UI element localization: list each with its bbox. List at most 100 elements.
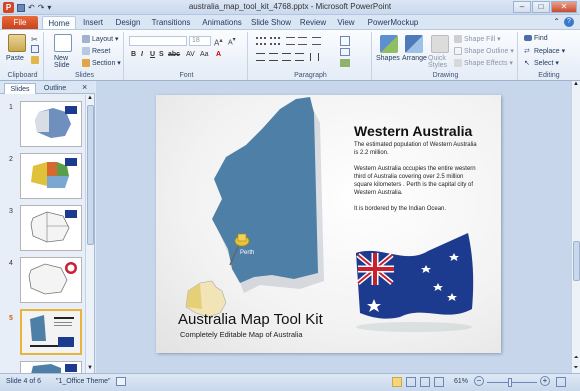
shapes-button[interactable]: Shapes bbox=[376, 55, 400, 62]
replace-button[interactable]: ⇄ Replace ▾ bbox=[524, 47, 565, 55]
zoom-slider[interactable] bbox=[487, 382, 537, 383]
bullets-icon[interactable] bbox=[256, 37, 266, 45]
find-button[interactable]: Find bbox=[524, 35, 548, 42]
justify-icon[interactable] bbox=[295, 53, 304, 61]
tab-review[interactable]: Review bbox=[298, 16, 328, 29]
reset-button[interactable]: Reset bbox=[82, 47, 110, 55]
panel-close-icon[interactable]: × bbox=[82, 82, 87, 92]
tab-animations[interactable]: Animations bbox=[198, 16, 246, 29]
tab-home[interactable]: Home bbox=[42, 16, 76, 29]
align-left-icon[interactable] bbox=[256, 53, 265, 61]
paste-icon[interactable] bbox=[8, 34, 26, 52]
slide-thumbnail-2[interactable] bbox=[20, 153, 82, 199]
close-button[interactable]: ✕ bbox=[551, 1, 577, 13]
line-spacing-icon[interactable] bbox=[312, 37, 321, 45]
slide-show-icon[interactable] bbox=[434, 377, 444, 387]
columns-icon[interactable] bbox=[310, 53, 319, 61]
fit-slide-icon[interactable] bbox=[556, 377, 566, 387]
select-button[interactable]: ↖ Select ▾ bbox=[524, 59, 559, 67]
slide-thumbnail-4[interactable] bbox=[20, 257, 82, 303]
tab-slide-show[interactable]: Slide Show bbox=[250, 16, 292, 29]
grow-font-icon[interactable]: A▴ bbox=[214, 36, 223, 48]
scroll-down-icon[interactable]: ▼ bbox=[86, 365, 94, 373]
character-spacing-icon[interactable]: AV bbox=[186, 51, 195, 58]
shape-outline-button[interactable]: Shape Outline ▾ bbox=[454, 47, 514, 56]
zoom-out-icon[interactable]: − bbox=[474, 376, 484, 386]
arrange-icon[interactable] bbox=[405, 35, 423, 53]
editor-scroll-thumb[interactable] bbox=[573, 241, 580, 281]
slide-thumbnail-5[interactable] bbox=[20, 309, 82, 355]
shrink-font-icon[interactable]: A▾ bbox=[228, 37, 236, 46]
increase-indent-icon[interactable] bbox=[298, 37, 307, 45]
maximize-button[interactable]: □ bbox=[532, 1, 550, 13]
previous-slide-icon[interactable]: ⏶ bbox=[572, 355, 580, 363]
italic-icon[interactable]: I bbox=[141, 51, 143, 58]
smartart-icon[interactable] bbox=[340, 59, 350, 67]
paste-button[interactable]: Paste bbox=[6, 55, 24, 62]
tab-view[interactable]: View bbox=[334, 16, 358, 29]
ribbon-tab-row: File Home Insert Design Transitions Anim… bbox=[0, 15, 580, 29]
shape-effects-button[interactable]: Shape Effects ▾ bbox=[454, 59, 513, 68]
arrange-button[interactable]: Arrange bbox=[402, 55, 427, 62]
shadow-icon[interactable]: S bbox=[159, 51, 164, 58]
zoom-slider-thumb[interactable] bbox=[508, 378, 512, 387]
help-icon[interactable]: ? bbox=[564, 17, 574, 27]
slide-kit-subtitle[interactable]: Completely Editable Map of Australia bbox=[180, 330, 303, 339]
slide-canvas[interactable]: Perth Western Australia The estimated po… bbox=[156, 95, 501, 353]
tab-outline[interactable]: Outline bbox=[38, 83, 72, 94]
tab-slides[interactable]: Slides bbox=[4, 83, 36, 94]
underline-icon[interactable]: U bbox=[150, 51, 155, 58]
slide-paragraph-border[interactable]: It is bordered by the Indian Ocean. bbox=[354, 205, 480, 213]
slide-paragraph-population[interactable]: The estimated population of Western Aust… bbox=[354, 141, 482, 157]
tab-powermockup[interactable]: PowerMockup bbox=[366, 16, 420, 29]
slide-thumbnail-1[interactable] bbox=[20, 101, 82, 147]
new-slide-button[interactable]: New Slide bbox=[54, 55, 76, 69]
editor-scroll-up-icon[interactable]: ▲ bbox=[572, 81, 580, 89]
slide-kit-title[interactable]: Australia Map Tool Kit bbox=[178, 311, 323, 328]
font-color-icon[interactable]: A bbox=[216, 51, 221, 58]
reading-view-icon[interactable] bbox=[420, 377, 430, 387]
ribbon-minimize-icon[interactable]: ⌃ bbox=[553, 17, 560, 26]
bold-icon[interactable]: B bbox=[131, 51, 136, 58]
format-painter-icon[interactable] bbox=[31, 56, 39, 64]
slide-paragraph-area[interactable]: Western Australia occupies the entire we… bbox=[354, 165, 480, 197]
strikethrough-icon[interactable]: abc bbox=[168, 51, 180, 58]
align-text-icon[interactable] bbox=[340, 48, 350, 56]
editor-scrollbar[interactable]: ▲ ⏶ ⏷ bbox=[571, 81, 580, 373]
slide-thumbnail-3[interactable] bbox=[20, 205, 82, 251]
shape-fill-button[interactable]: Shape Fill ▾ bbox=[454, 35, 501, 44]
theme-name[interactable]: "1_Office Theme" bbox=[56, 378, 111, 385]
normal-view-icon[interactable] bbox=[392, 377, 402, 387]
cut-icon[interactable]: ✂ bbox=[31, 35, 38, 44]
text-direction-icon[interactable] bbox=[340, 36, 350, 46]
align-right-icon[interactable] bbox=[282, 53, 291, 61]
layout-button[interactable]: Layout ▾ bbox=[82, 35, 119, 44]
tab-design[interactable]: Design bbox=[112, 16, 144, 29]
shapes-icon[interactable] bbox=[380, 35, 398, 53]
align-center-icon[interactable] bbox=[269, 53, 278, 61]
quick-styles-button[interactable]: Quick Styles bbox=[428, 55, 452, 69]
section-button[interactable]: Section ▾ bbox=[82, 59, 121, 68]
slide-thumbnail-6[interactable] bbox=[20, 361, 82, 374]
minimize-button[interactable]: – bbox=[513, 1, 531, 13]
zoom-in-icon[interactable]: + bbox=[540, 376, 550, 386]
slide-heading[interactable]: Western Australia bbox=[354, 123, 472, 139]
panel-scroll-thumb[interactable] bbox=[87, 105, 94, 245]
font-size-field[interactable]: 18 bbox=[189, 36, 211, 46]
zoom-level[interactable]: 61% bbox=[454, 378, 468, 385]
scroll-up-icon[interactable]: ▲ bbox=[86, 95, 94, 103]
tab-insert[interactable]: Insert bbox=[78, 16, 108, 29]
slide-sorter-icon[interactable] bbox=[406, 377, 416, 387]
new-slide-icon[interactable] bbox=[54, 34, 72, 52]
numbering-icon[interactable] bbox=[270, 37, 280, 45]
copy-icon[interactable] bbox=[31, 45, 39, 53]
tab-file[interactable]: File bbox=[2, 16, 38, 29]
panel-scrollbar[interactable]: ▲ ▼ bbox=[85, 95, 94, 373]
quick-styles-icon[interactable] bbox=[431, 35, 449, 53]
spelling-check-icon[interactable] bbox=[116, 377, 126, 386]
next-slide-icon[interactable]: ⏷ bbox=[572, 365, 580, 373]
change-case-icon[interactable]: Aa bbox=[200, 51, 209, 58]
font-name-field[interactable] bbox=[129, 36, 187, 46]
tab-transitions[interactable]: Transitions bbox=[148, 16, 194, 29]
decrease-indent-icon[interactable] bbox=[286, 37, 295, 45]
